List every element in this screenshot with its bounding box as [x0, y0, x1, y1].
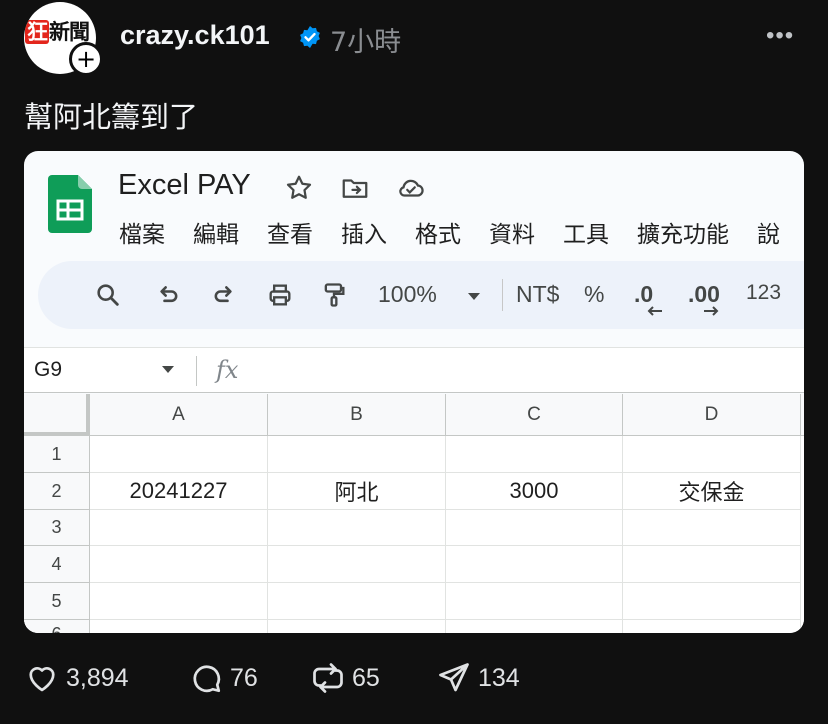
zoom-caret-icon[interactable] [468, 293, 480, 300]
more-formats-button[interactable]: 123 [746, 281, 781, 305]
repost-icon [313, 663, 343, 693]
post-image[interactable]: Excel PAY 檔案 編輯 查看 插入 格式 資料 工具 擴充功能 說 10… [24, 151, 804, 633]
cell-c6[interactable] [446, 620, 623, 633]
cell-a6[interactable] [90, 620, 268, 633]
toolbar: 100% NT$ % .0 .00 123 [38, 261, 804, 329]
cell-d1[interactable] [623, 436, 801, 473]
post-text: 幫阿北籌到了 [24, 100, 199, 134]
avatar-logo-char: 狂 [25, 20, 49, 44]
name-box[interactable]: G9 [34, 358, 62, 382]
menu-format[interactable]: 格式 [415, 215, 461, 249]
like-count: 3,894 [66, 663, 129, 692]
cell-c5[interactable] [446, 583, 623, 620]
menu-help[interactable]: 說 [757, 215, 780, 249]
column-header-e[interactable] [801, 394, 804, 436]
cloud-status-icon[interactable] [396, 173, 426, 203]
menu-bar: 檔案 編輯 查看 插入 格式 資料 工具 擴充功能 說 [119, 215, 804, 249]
share-count: 134 [478, 663, 520, 692]
menu-tools[interactable]: 工具 [563, 215, 609, 249]
avatar-logo: 狂新聞 [25, 16, 90, 46]
like-button[interactable]: 3,894 [24, 660, 129, 696]
column-header-a[interactable]: A [90, 394, 268, 436]
cell-c1[interactable] [446, 436, 623, 473]
cell-a3[interactable] [90, 510, 268, 546]
cell-c4[interactable] [446, 546, 623, 583]
fx-icon: fx [216, 356, 239, 384]
formula-bar: G9 fx [24, 347, 804, 393]
comment-count: 76 [230, 663, 258, 692]
row-header-6[interactable]: 6 [24, 620, 90, 633]
repost-button[interactable]: 65 [310, 660, 380, 696]
move-folder-icon[interactable] [340, 173, 370, 203]
increase-decimal-arrow-icon [704, 306, 719, 316]
row-header-1[interactable]: 1 [24, 436, 90, 473]
follow-plus-icon[interactable]: + [69, 42, 103, 76]
paint-format-icon[interactable] [320, 281, 348, 311]
column-header-b[interactable]: B [268, 394, 446, 436]
currency-format-button[interactable]: NT$ [516, 281, 559, 308]
decrease-decimal-arrow-icon [647, 306, 662, 316]
redo-icon[interactable] [210, 281, 238, 311]
cell-b1[interactable] [268, 436, 446, 473]
column-header-c[interactable]: C [446, 394, 623, 436]
menu-edit[interactable]: 編輯 [193, 215, 239, 249]
print-icon[interactable] [266, 281, 294, 311]
cell-a2[interactable]: 20241227 [90, 473, 268, 510]
cell-a5[interactable] [90, 583, 268, 620]
name-box-caret-icon[interactable] [162, 366, 174, 373]
spreadsheet-grid: A B C D 1 2 3 4 5 6 20241227 阿北 3000 交保金 [24, 394, 804, 633]
cell-c2[interactable]: 3000 [446, 473, 623, 510]
column-header-d[interactable]: D [623, 394, 801, 436]
cell-c3[interactable] [446, 510, 623, 546]
cell-d3[interactable] [623, 510, 801, 546]
username[interactable]: crazy.ck101 [120, 20, 270, 51]
menu-view[interactable]: 查看 [267, 215, 313, 249]
undo-icon[interactable] [154, 281, 182, 311]
cell-d4[interactable] [623, 546, 801, 583]
row-header-5[interactable]: 5 [24, 583, 90, 620]
share-button[interactable]: 134 [436, 660, 520, 696]
document-title[interactable]: Excel PAY [118, 169, 251, 202]
avatar-logo-chars: 新聞 [49, 20, 90, 44]
search-icon[interactable] [94, 281, 122, 311]
star-icon[interactable] [284, 173, 314, 203]
cell-d2[interactable]: 交保金 [623, 473, 801, 510]
heart-icon [29, 667, 55, 692]
formula-divider [196, 356, 197, 386]
google-sheets-logo-icon [48, 175, 92, 233]
cell-a4[interactable] [90, 546, 268, 583]
cell-d5[interactable] [623, 583, 801, 620]
row-header-4[interactable]: 4 [24, 546, 90, 583]
cell-b2[interactable]: 阿北 [268, 473, 446, 510]
cell-a1[interactable] [90, 436, 268, 473]
zoom-select[interactable]: 100% [378, 281, 437, 308]
cell-b5[interactable] [268, 583, 446, 620]
cell-b6[interactable] [268, 620, 446, 633]
row-header-3[interactable]: 3 [24, 510, 90, 546]
repost-count: 65 [352, 663, 380, 692]
comment-icon [193, 665, 221, 693]
toolbar-divider [502, 279, 503, 311]
menu-insert[interactable]: 插入 [341, 215, 387, 249]
cell-d6[interactable] [623, 620, 801, 633]
cell-b3[interactable] [268, 510, 446, 546]
percent-format-button[interactable]: % [584, 281, 604, 308]
menu-data[interactable]: 資料 [489, 215, 535, 249]
send-icon [439, 663, 469, 692]
post-time: 7小時 [330, 27, 402, 58]
cell-b4[interactable] [268, 546, 446, 583]
menu-file[interactable]: 檔案 [119, 215, 165, 249]
more-options-icon[interactable]: ••• [766, 22, 794, 50]
verified-badge-icon [300, 26, 320, 48]
increase-decimal-button[interactable]: .00 [688, 281, 720, 308]
select-all-corner[interactable] [24, 394, 90, 436]
decrease-decimal-button[interactable]: .0 [634, 281, 653, 308]
comment-button[interactable]: 76 [188, 660, 258, 696]
row-header-2[interactable]: 2 [24, 473, 90, 510]
menu-extensions[interactable]: 擴充功能 [637, 215, 729, 249]
